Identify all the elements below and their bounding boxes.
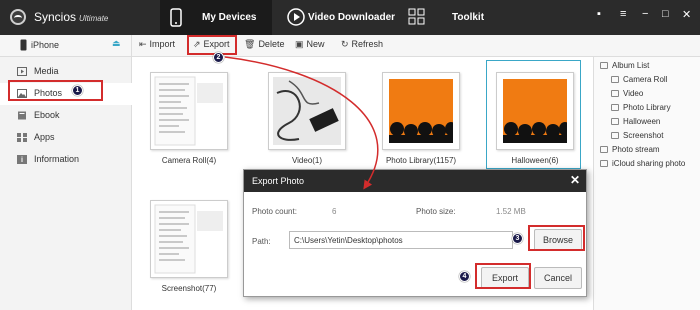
step-badge-4: 4 <box>459 271 470 282</box>
callout-arrow <box>224 56 379 190</box>
step-badge-3: 3 <box>512 233 523 244</box>
step-badge-2: 2 <box>213 52 224 63</box>
step-badge-1: 1 <box>72 85 83 96</box>
